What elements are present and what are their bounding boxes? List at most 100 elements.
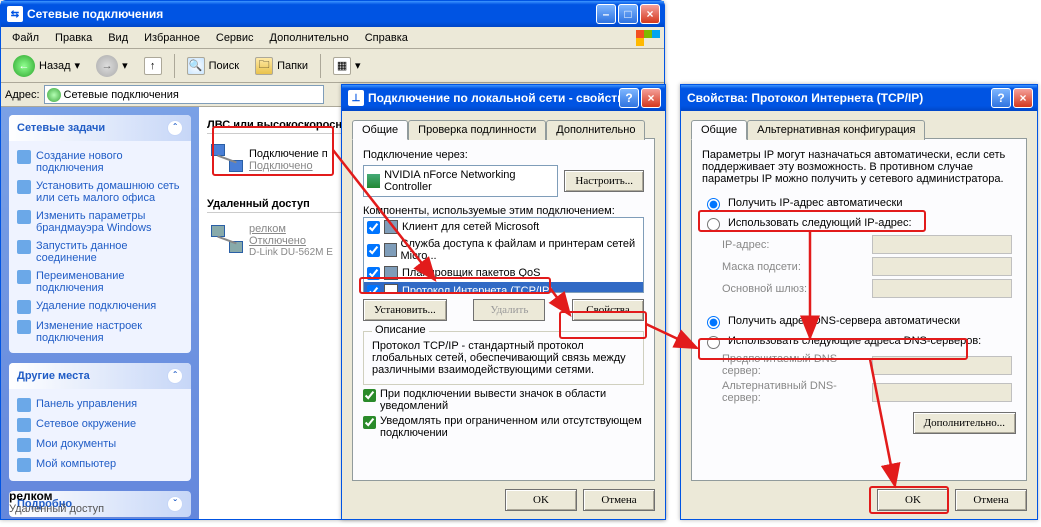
address-field[interactable]: Сетевые подключения: [44, 85, 324, 104]
cancel-button[interactable]: Отмена: [583, 489, 655, 511]
titlebar[interactable]: Свойства: Протокол Интернета (TCP/IP) ? …: [681, 85, 1037, 111]
setup-network-link[interactable]: Установить домашнюю сеть или сеть малого…: [17, 177, 183, 207]
mask-label: Маска подсети:: [722, 261, 872, 273]
mask-input[interactable]: [872, 257, 1012, 276]
views-button[interactable]: ▦ ▾: [327, 53, 367, 79]
alt-dns-input[interactable]: [872, 383, 1012, 402]
pref-dns-label: Предпочитаемый DNS-сервер:: [722, 353, 872, 377]
component-checkbox[interactable]: [367, 267, 380, 280]
my-documents-link[interactable]: Мои документы: [17, 435, 183, 455]
menu-favorites[interactable]: Избранное: [137, 30, 207, 46]
menu-help[interactable]: Справка: [358, 30, 415, 46]
cancel-button[interactable]: Отмена: [955, 489, 1027, 511]
control-panel-link[interactable]: Панель управления: [17, 395, 183, 415]
chevron-up-icon[interactable]: ˆ: [167, 368, 183, 384]
tab-advanced[interactable]: Дополнительно: [546, 120, 645, 140]
manual-ip-radio-row[interactable]: Использовать следующий IP-адрес:: [702, 215, 1016, 231]
dropdown-icon: ▾: [355, 59, 361, 72]
up-icon: ↑: [144, 57, 162, 75]
auto-dns-label: Получить адрес DNS-сервера автоматически: [728, 315, 960, 327]
search-button[interactable]: 🔍 Поиск: [181, 53, 245, 79]
auto-ip-radio[interactable]: [707, 198, 720, 211]
auto-dns-radio[interactable]: [707, 316, 720, 329]
chevron-down-icon[interactable]: ˇ: [167, 496, 183, 512]
help-button[interactable]: ?: [619, 88, 639, 108]
tabs: Общие Альтернативная конфигурация: [691, 119, 1027, 139]
pref-dns-input[interactable]: [872, 356, 1012, 375]
minimize-button[interactable]: –: [596, 4, 616, 24]
limited-warn-checkbox-row[interactable]: Уведомлять при ограниченном или отсутств…: [363, 415, 644, 439]
chevron-up-icon[interactable]: ˆ: [167, 120, 183, 136]
list-item[interactable]: Планировщик пакетов QoS: [364, 264, 643, 282]
ip-address-label: IP-адрес:: [722, 239, 872, 251]
maximize-button[interactable]: □: [618, 4, 638, 24]
adapter-icon: [367, 174, 380, 188]
manual-ip-label: Использовать следующий IP-адрес:: [728, 217, 912, 229]
component-checkbox[interactable]: [367, 221, 380, 234]
manual-dns-radio-row[interactable]: Использовать следующие адреса DNS-сервер…: [702, 333, 1016, 349]
manual-ip-radio[interactable]: [707, 218, 720, 231]
ok-button[interactable]: OK: [877, 489, 949, 511]
tray-checkbox[interactable]: [363, 389, 376, 402]
modem-icon: [211, 225, 243, 257]
pref-dns-row: Предпочитаемый DNS-сервер:: [702, 353, 1016, 377]
components-listbox[interactable]: Клиент для сетей Microsoft Служба доступ…: [363, 217, 644, 293]
advanced-button[interactable]: Дополнительно...: [913, 412, 1016, 434]
link-label: Мои документы: [36, 438, 116, 450]
folders-button[interactable]: 🗀 Папки: [249, 53, 314, 79]
ip-address-input[interactable]: [872, 235, 1012, 254]
menu-file[interactable]: Файл: [5, 30, 46, 46]
close-button[interactable]: ×: [640, 4, 660, 24]
ok-button[interactable]: OK: [505, 489, 577, 511]
up-button[interactable]: ↑: [138, 53, 168, 79]
menu-view[interactable]: Вид: [101, 30, 135, 46]
network-places-link[interactable]: Сетевое окружение: [17, 415, 183, 435]
rename-connection-link[interactable]: Переименование подключения: [17, 267, 183, 297]
create-connection-link[interactable]: Создание нового подключения: [17, 147, 183, 177]
tab-general[interactable]: Общие: [352, 120, 408, 140]
titlebar[interactable]: ⊥ Подключение по локальной сети - свойст…: [342, 85, 665, 111]
list-item[interactable]: Клиент для сетей Microsoft: [364, 218, 643, 236]
list-item[interactable]: Служба доступа к файлам и принтерам сете…: [364, 236, 643, 264]
titlebar[interactable]: ⇆ Сетевые подключения – □ ×: [1, 1, 664, 27]
install-button[interactable]: Установить...: [363, 299, 447, 321]
task-box-header[interactable]: Другие места ˆ: [9, 363, 191, 389]
auto-dns-radio-row[interactable]: Получить адрес DNS-сервера автоматически: [702, 313, 1016, 329]
mask-row: Маска подсети:: [702, 257, 1016, 276]
close-button[interactable]: ×: [1013, 88, 1033, 108]
component-checkbox[interactable]: [367, 285, 380, 294]
tab-alt-config[interactable]: Альтернативная конфигурация: [747, 120, 925, 140]
task-box-header[interactable]: Сетевые задачи ˆ: [9, 115, 191, 141]
menu-edit[interactable]: Правка: [48, 30, 99, 46]
tab-auth[interactable]: Проверка подлинности: [408, 120, 546, 140]
adapter-name: NVIDIA nForce Networking Controller: [384, 169, 554, 193]
ip-address-row: IP-адрес:: [702, 235, 1016, 254]
component-checkbox[interactable]: [367, 244, 380, 257]
list-item-tcpip[interactable]: Протокол Интернета (TCP/IP): [364, 282, 643, 293]
tab-general[interactable]: Общие: [691, 120, 747, 140]
close-button[interactable]: ×: [641, 88, 661, 108]
my-computer-link[interactable]: Мой компьютер: [17, 455, 183, 475]
search-label: Поиск: [209, 60, 239, 72]
menu-advanced[interactable]: Дополнительно: [263, 30, 356, 46]
configure-button[interactable]: Настроить...: [564, 170, 644, 192]
alt-dns-row: Альтернативный DNS-сервер:: [702, 380, 1016, 404]
properties-button[interactable]: Свойства: [572, 299, 644, 321]
remove-button[interactable]: Удалить: [473, 299, 545, 321]
window-title: Сетевые подключения: [27, 7, 596, 21]
change-settings-link[interactable]: Изменение настроек подключения: [17, 317, 183, 347]
menu-tools[interactable]: Сервис: [209, 30, 261, 46]
help-button[interactable]: ?: [991, 88, 1011, 108]
firewall-link[interactable]: Изменить параметры брандмауэра Windows: [17, 207, 183, 237]
start-connection-link[interactable]: Запустить данное соединение: [17, 237, 183, 267]
delete-connection-link[interactable]: Удаление подключения: [17, 297, 183, 317]
gateway-input[interactable]: [872, 279, 1012, 298]
manual-dns-radio[interactable]: [707, 336, 720, 349]
warn-checkbox[interactable]: [363, 416, 376, 429]
back-button[interactable]: ← Назад ▾: [7, 51, 86, 81]
description-title: Описание: [372, 324, 429, 336]
menubar: Файл Правка Вид Избранное Сервис Дополни…: [1, 27, 664, 49]
tray-icon-checkbox-row[interactable]: При подключении вывести значок в области…: [363, 388, 644, 412]
forward-button[interactable]: → ▾: [90, 51, 134, 81]
auto-ip-radio-row[interactable]: Получить IP-адрес автоматически: [702, 195, 1016, 211]
